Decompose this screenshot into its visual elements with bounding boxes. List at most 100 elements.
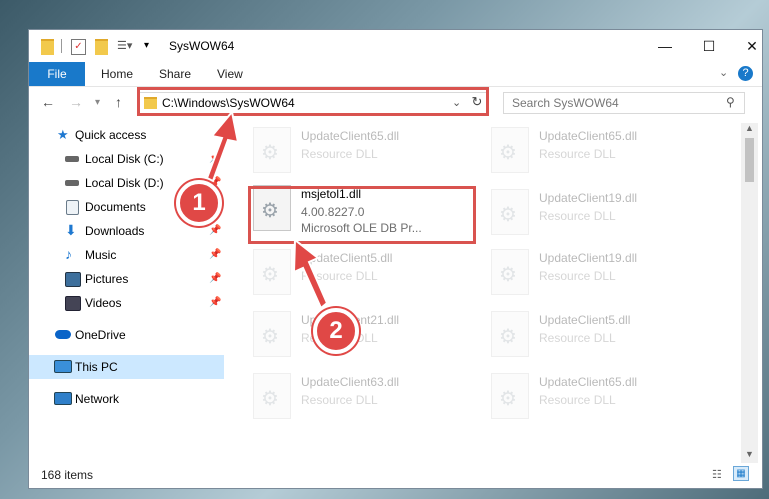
minimize-button[interactable]: — bbox=[643, 30, 687, 62]
dll-file-icon bbox=[253, 249, 291, 295]
sidebar-item-quick-access[interactable]: ★ Quick access bbox=[29, 123, 224, 147]
sidebar-item-music[interactable]: ♪ Music 📌 bbox=[29, 243, 224, 267]
star-icon: ★ bbox=[57, 127, 69, 142]
tab-file[interactable]: File bbox=[29, 62, 85, 86]
sidebar-item-onedrive[interactable]: OneDrive bbox=[29, 323, 224, 347]
item-count: 168 items bbox=[41, 468, 94, 482]
file-name: UpdateClient5.dll bbox=[301, 251, 393, 265]
sidebar-item-label: Quick access bbox=[75, 128, 147, 142]
file-tile[interactable]: UpdateClient65.dll Resource DLL bbox=[253, 125, 483, 181]
tiles-view-icon[interactable]: ▦ bbox=[733, 466, 749, 481]
maximize-button[interactable]: ☐ bbox=[687, 30, 731, 62]
customize-toolbar-icon[interactable]: ☰▾ bbox=[117, 39, 137, 53]
file-tile[interactable]: UpdateClient19.dll Resource DLL bbox=[491, 247, 721, 303]
window-title: SysWOW64 bbox=[169, 39, 235, 53]
sidebar-item-label: Pictures bbox=[85, 272, 129, 286]
videos-icon bbox=[65, 296, 81, 311]
file-highlight bbox=[248, 186, 476, 244]
new-folder-icon[interactable] bbox=[95, 39, 108, 55]
computer-icon bbox=[54, 360, 72, 373]
forward-arrow-icon[interactable]: → bbox=[69, 94, 83, 110]
title-bar: ✓ ☰▾ ▾ SysWOW64 — ☐ ✕ bbox=[29, 30, 762, 62]
file-description: Resource DLL bbox=[539, 269, 616, 283]
search-input[interactable]: Search SysWOW64 ⚲ bbox=[503, 92, 745, 114]
file-list: UpdateClient65.dll Resource DLL msjetol1… bbox=[229, 123, 741, 468]
scroll-down-icon[interactable]: ▼ bbox=[745, 449, 754, 459]
file-tile[interactable]: UpdateClient63.dll Resource DLL bbox=[253, 371, 483, 427]
ribbon: File Home Share View ⌄ ? bbox=[29, 62, 762, 87]
dll-file-icon bbox=[491, 127, 529, 173]
tab-home[interactable]: Home bbox=[101, 62, 133, 86]
download-icon: ⬇ bbox=[65, 222, 77, 238]
file-description: Resource DLL bbox=[301, 147, 378, 161]
scroll-up-icon[interactable]: ▲ bbox=[745, 123, 754, 133]
file-description: Resource DLL bbox=[539, 209, 616, 223]
sidebar-item-label: Downloads bbox=[85, 224, 145, 238]
sidebar-item-network[interactable]: Network bbox=[29, 387, 224, 411]
pin-icon[interactable]: 📌 bbox=[209, 147, 221, 171]
pin-icon[interactable]: 📌 bbox=[209, 243, 221, 267]
file-tile[interactable]: UpdateClient19.dll Resource DLL bbox=[491, 187, 721, 243]
folder-icon bbox=[41, 39, 54, 55]
status-bar: 168 items ☷ ▦ bbox=[29, 462, 762, 486]
properties-icon[interactable]: ✓ bbox=[71, 39, 86, 55]
file-tile[interactable]: UpdateClient65.dll Resource DLL bbox=[491, 371, 721, 427]
search-icon: ⚲ bbox=[726, 95, 735, 109]
dll-file-icon bbox=[491, 249, 529, 295]
drive-icon bbox=[65, 156, 79, 162]
close-button[interactable]: ✕ bbox=[730, 30, 769, 62]
file-description: Resource DLL bbox=[539, 147, 616, 161]
tab-view[interactable]: View bbox=[217, 62, 243, 86]
step-badge-1: 1 bbox=[176, 180, 222, 226]
file-description: Resource DLL bbox=[539, 393, 616, 407]
help-icon[interactable]: ? bbox=[738, 66, 753, 81]
file-tile[interactable]: UpdateClient21.dll Resource DLL bbox=[253, 309, 483, 365]
dll-file-icon bbox=[491, 311, 529, 357]
sidebar-item-label: Local Disk (C:) bbox=[85, 152, 164, 166]
search-placeholder: Search SysWOW64 bbox=[512, 96, 619, 110]
sidebar-item-label: Videos bbox=[85, 296, 122, 310]
sidebar-item-label: Local Disk (D:) bbox=[85, 176, 164, 190]
file-name: UpdateClient65.dll bbox=[539, 375, 638, 389]
file-description: Resource DLL bbox=[301, 393, 378, 407]
file-name: UpdateClient19.dll bbox=[539, 251, 638, 265]
back-arrow-icon[interactable]: ← bbox=[41, 94, 55, 110]
file-name: UpdateClient65.dll bbox=[539, 129, 638, 143]
sidebar-item-label: OneDrive bbox=[75, 328, 126, 342]
separator bbox=[61, 39, 62, 53]
vertical-scrollbar[interactable]: ▲ ▼ bbox=[741, 123, 758, 463]
dll-file-icon bbox=[253, 311, 291, 357]
dropdown-arrow-icon[interactable]: ▾ bbox=[144, 39, 152, 53]
details-view-icon[interactable]: ☷ bbox=[712, 468, 722, 481]
pin-icon[interactable]: 📌 bbox=[209, 267, 221, 291]
recent-locations-icon[interactable]: ▾ bbox=[95, 97, 100, 108]
dll-file-icon bbox=[253, 127, 291, 173]
file-tile[interactable]: UpdateClient5.dll Resource DLL bbox=[253, 247, 483, 303]
dll-file-icon bbox=[491, 373, 529, 419]
file-description: Resource DLL bbox=[539, 331, 616, 345]
file-tile[interactable]: UpdateClient65.dll Resource DLL bbox=[491, 125, 721, 181]
scrollbar-thumb[interactable] bbox=[745, 138, 754, 182]
step-badge-2: 2 bbox=[313, 308, 359, 354]
file-name: UpdateClient65.dll bbox=[301, 129, 400, 143]
file-description: Resource DLL bbox=[301, 269, 378, 283]
file-name: UpdateClient19.dll bbox=[539, 191, 638, 205]
pin-icon[interactable]: 📌 bbox=[209, 291, 221, 315]
sidebar-item-pictures[interactable]: Pictures 📌 bbox=[29, 267, 224, 291]
sidebar-item-local-disk-c[interactable]: Local Disk (C:) 📌 bbox=[29, 147, 224, 171]
file-name: UpdateClient5.dll bbox=[539, 313, 631, 327]
music-icon: ♪ bbox=[65, 246, 72, 262]
network-icon bbox=[54, 392, 72, 405]
sidebar-item-label: This PC bbox=[75, 360, 118, 374]
sidebar-item-this-pc[interactable]: This PC bbox=[29, 355, 224, 379]
sidebar-item-label: Music bbox=[85, 248, 117, 262]
expand-ribbon-icon[interactable]: ⌄ bbox=[719, 66, 728, 79]
sidebar-item-label: Documents bbox=[85, 200, 146, 214]
up-arrow-icon[interactable]: ↑ bbox=[115, 94, 122, 110]
sidebar-item-label: Network bbox=[75, 392, 120, 406]
tab-share[interactable]: Share bbox=[159, 62, 191, 86]
documents-icon bbox=[66, 200, 79, 215]
sidebar-item-videos[interactable]: Videos 📌 bbox=[29, 291, 224, 315]
cloud-icon bbox=[55, 330, 71, 339]
file-tile[interactable]: UpdateClient5.dll Resource DLL bbox=[491, 309, 721, 365]
